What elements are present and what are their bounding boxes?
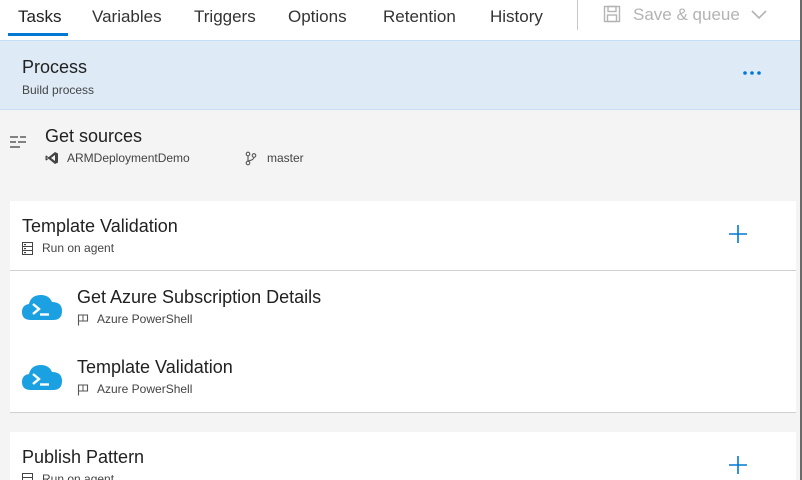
agent-icon [22,473,33,480]
phase-template-validation: Template Validation Run on agent Get Azu… [10,201,796,413]
azure-powershell-icon [22,365,62,390]
chevron-down-icon[interactable] [751,8,767,20]
add-task-icon[interactable] [727,454,749,476]
process-title: Process [22,57,88,77]
tab-variables[interactable]: Variables [92,0,162,36]
task-title: Template Validation [77,357,233,377]
flag-icon [77,384,89,396]
phase-publish-pattern: Publish Pattern Run on agent [10,432,796,480]
active-tab-indicator [8,33,68,36]
phase-title: Template Validation [22,216,178,236]
repository-name: ARMDeploymentDemo [67,151,190,165]
tab-triggers[interactable]: Triggers [194,0,256,36]
phase-header[interactable]: Template Validation Run on agent [10,201,796,271]
phase-title: Publish Pattern [22,447,145,467]
build-definition-editor: Tasks Variables Triggers Options Retenti… [0,0,802,480]
branch-icon [245,151,257,166]
tab-tasks[interactable]: Tasks [18,0,61,36]
visual-studio-repo-icon [45,152,58,164]
tab-options[interactable]: Options [288,0,347,36]
task-subtitle: Azure PowerShell [97,382,193,396]
get-sources-item[interactable]: Get sources ARMDeploymentDemo master [0,111,800,199]
task-title: Get Azure Subscription Details [77,287,322,307]
save-icon [603,5,621,23]
process-header[interactable]: Process Build process [0,40,800,110]
toolbar-divider [577,0,578,30]
branch-name: master [267,151,304,165]
task-get-azure-subscription-details[interactable]: Get Azure Subscription Details Azure Pow… [10,272,796,342]
task-subtitle: Azure PowerShell [97,312,193,326]
phase-subtitle: Run on agent [42,472,115,480]
process-subtitle: Build process [22,83,95,97]
more-icon[interactable] [740,65,764,81]
flag-icon [77,314,89,326]
save-and-queue-label: Save & queue [633,5,740,24]
phase-header[interactable]: Publish Pattern Run on agent [10,432,796,480]
azure-powershell-icon [22,295,62,320]
top-tab-bar: Tasks Variables Triggers Options Retenti… [0,0,800,40]
phase-subtitle: Run on agent [42,241,115,255]
agent-icon [22,242,33,255]
list-icon [10,136,26,148]
add-task-icon[interactable] [727,223,749,245]
tab-retention[interactable]: Retention [383,0,456,36]
get-sources-title: Get sources [45,126,143,146]
task-template-validation[interactable]: Template Validation Azure PowerShell [10,342,796,412]
phase-divider [10,412,796,413]
tab-history[interactable]: History [490,0,543,36]
